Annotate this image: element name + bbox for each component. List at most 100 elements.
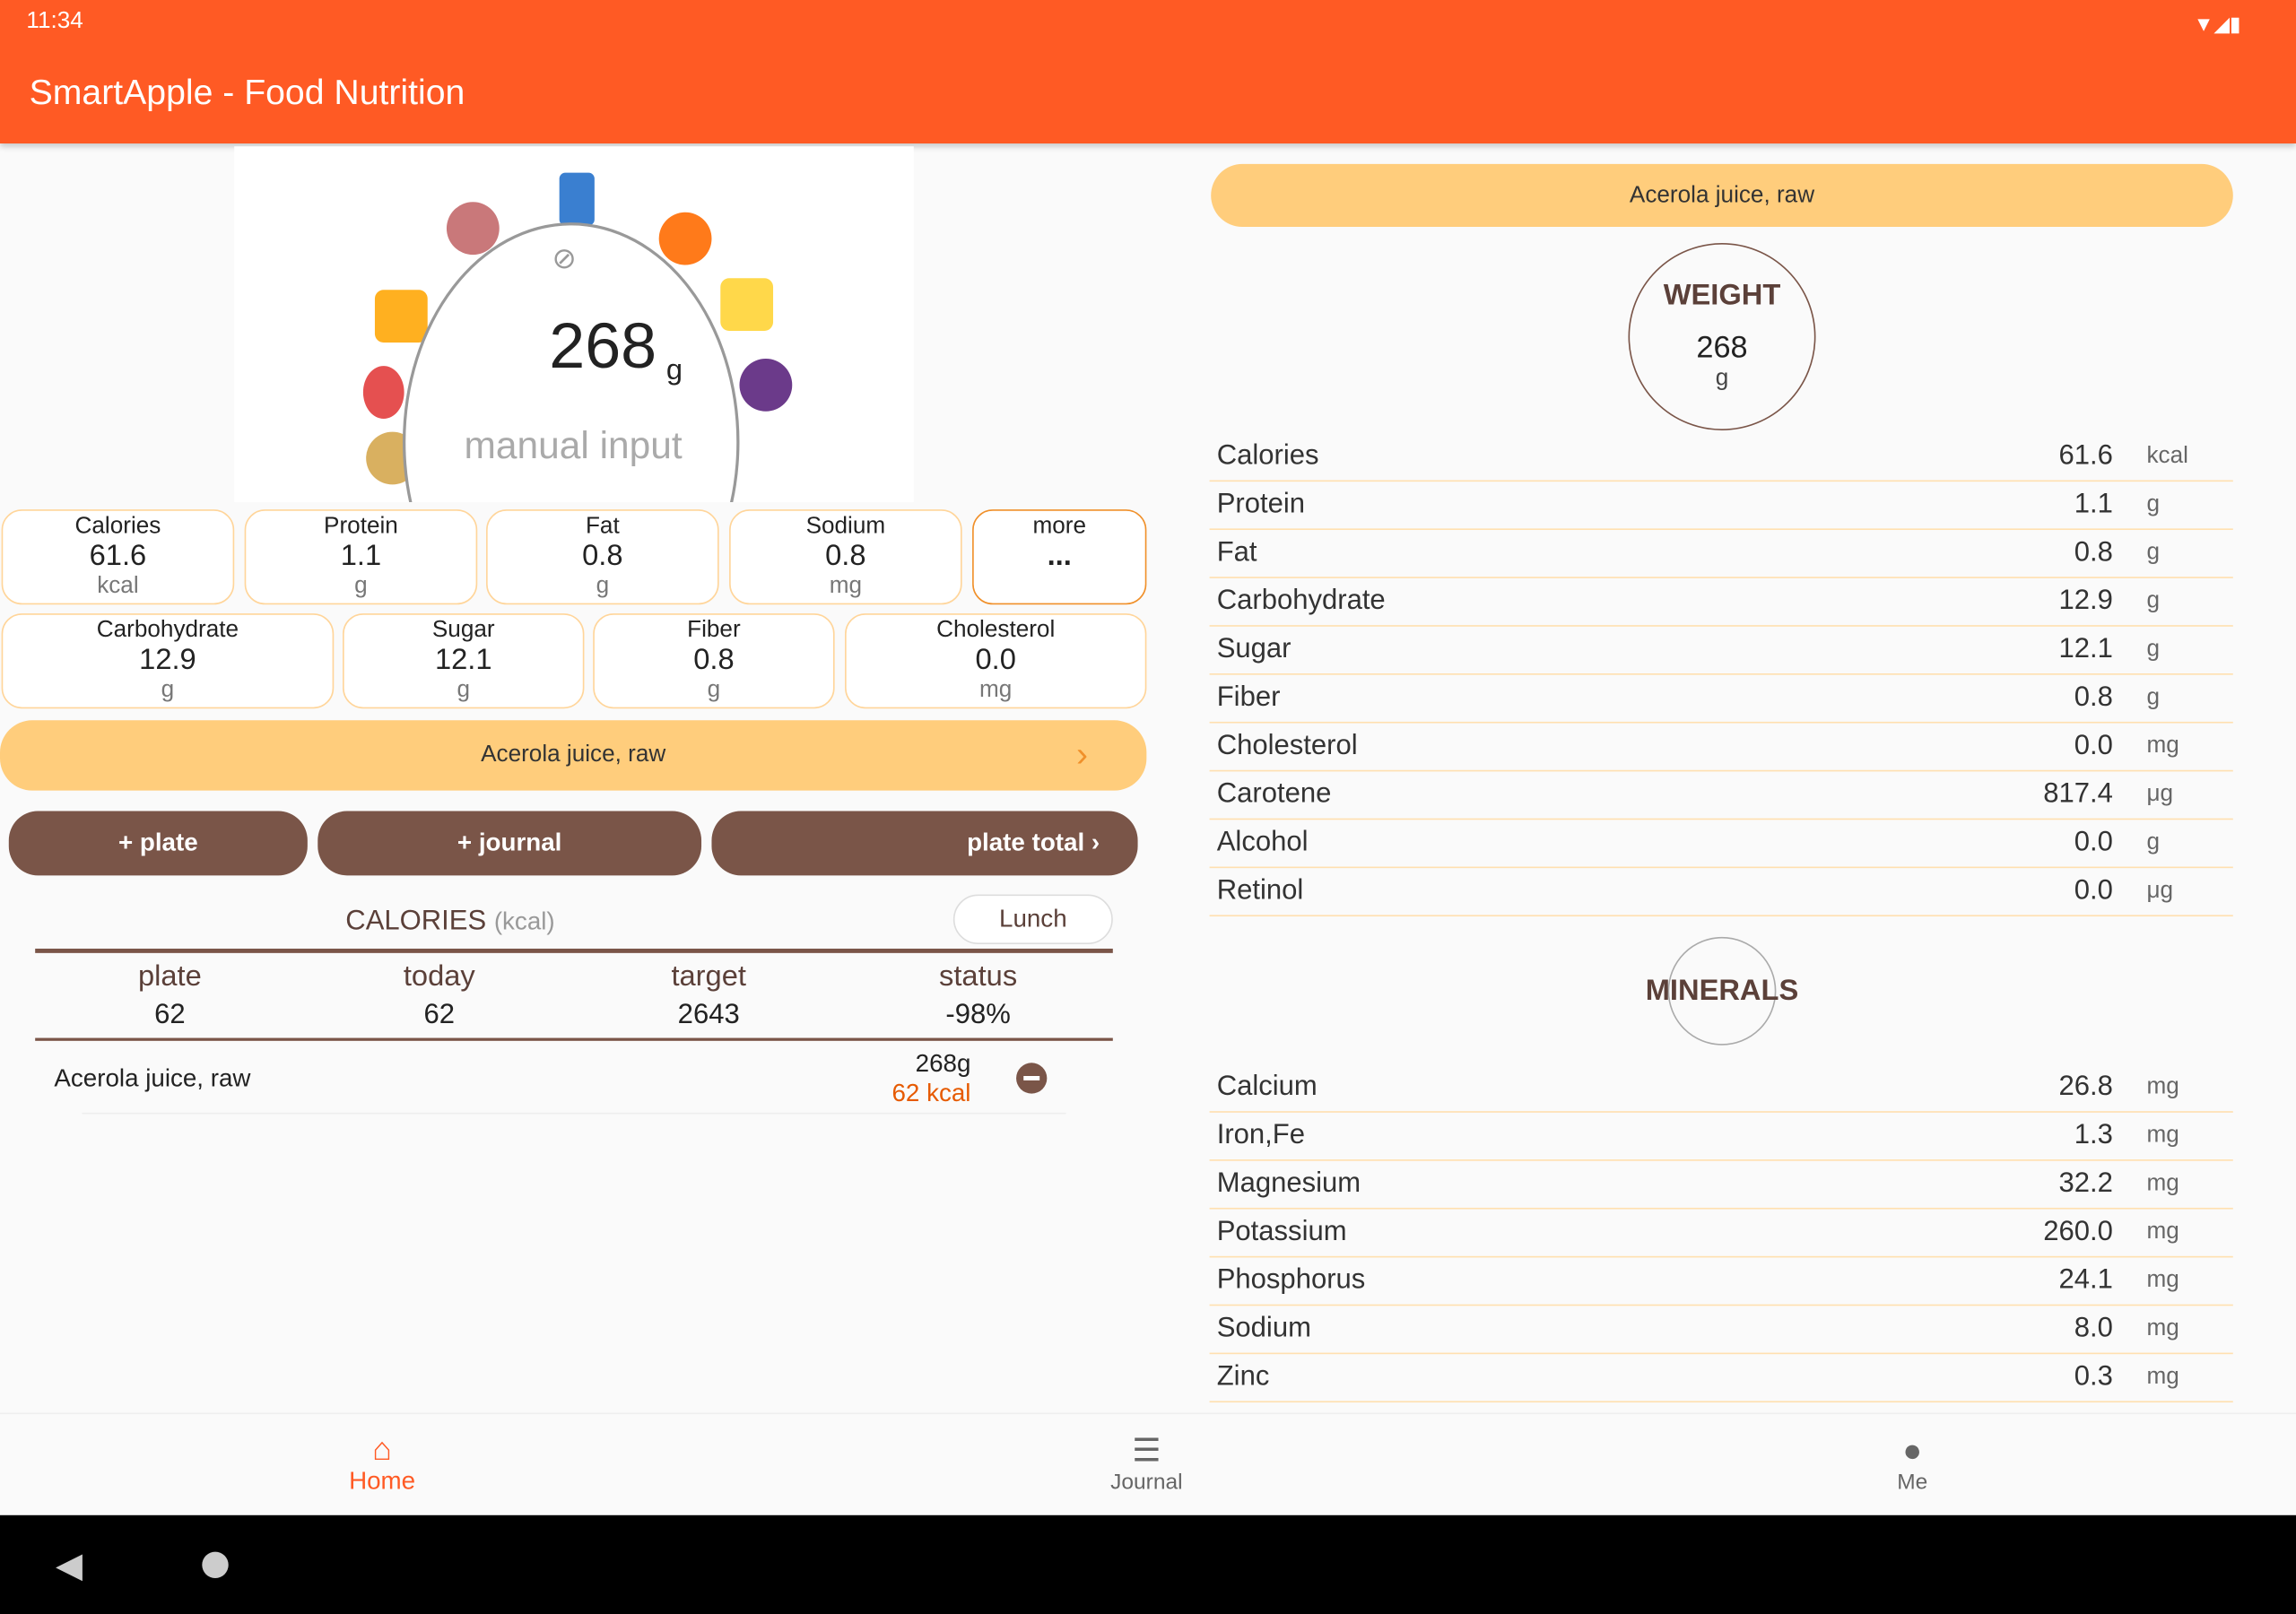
row-name: Phosphorus [1216, 1264, 1366, 1296]
plate-item[interactable]: Acerola juice, raw 268g 62 kcal [35, 1042, 1113, 1115]
mineral-row: Sodium 8.0 mg [1209, 1306, 2233, 1355]
food-selector[interactable]: Acerola juice, raw › [0, 720, 1147, 791]
row-name: Cholesterol [1216, 730, 1358, 761]
meal-selector[interactable]: Lunch [952, 894, 1113, 945]
nav-label: Journal [1110, 1470, 1183, 1495]
summary-carbohydrate[interactable]: Carbohydrate 12.9 g [1, 613, 335, 709]
home-icon: ⌂ [372, 1430, 392, 1467]
app-bar: 11:34 ▼◢▮ SmartApple - Food Nutrition [0, 0, 2296, 143]
calories-table: plate 62 today 62 target 2643 status -98% [35, 960, 1113, 1032]
wifi-battery-icon: ▼◢▮ [2193, 12, 2241, 36]
summary-sugar[interactable]: Sugar 12.1 g [343, 613, 585, 709]
cheese-icon [720, 278, 774, 331]
calories-unit: (kcal) [493, 907, 555, 936]
value: 62 [154, 1000, 186, 1031]
row-name: Retinol [1216, 875, 1304, 907]
weight-unit: g [665, 354, 683, 387]
row-unit: mg [2146, 1219, 2179, 1245]
link-off-icon[interactable]: ⊘ [552, 240, 577, 277]
unit: g [161, 678, 175, 704]
row-name: Carbohydrate [1216, 586, 1386, 617]
value: 1.1 [340, 541, 382, 574]
nav-label: Me [1897, 1470, 1928, 1495]
row-value: 1.3 [2074, 1119, 2113, 1151]
bottom-nav: ⌂ Home ☰ Journal ● Me [0, 1412, 2296, 1515]
row-value: 61.6 [2058, 440, 2113, 472]
row-name: Carotene [1216, 778, 1332, 810]
mineral-row: Iron,Fe 1.3 mg [1209, 1113, 2233, 1161]
row-value: 32.2 [2058, 1167, 2113, 1200]
divider [35, 948, 1113, 953]
row-unit: g [2146, 685, 2161, 710]
summary-cholesterol[interactable]: Cholesterol 0.0 mg [845, 613, 1147, 709]
row-unit: kcal [2146, 443, 2188, 469]
grapes-icon [739, 358, 793, 412]
back-icon[interactable]: ◀ [56, 1544, 83, 1586]
scale-panel: ⊘ 268 g manual input [234, 146, 914, 502]
row-value: 0.3 [2074, 1361, 2113, 1393]
col-target: target 2643 [574, 960, 843, 1032]
row-name: Calcium [1216, 1072, 1318, 1103]
unit: kcal [97, 574, 139, 600]
header: status [939, 960, 1018, 993]
col-today: today 62 [305, 960, 574, 1032]
summary-fat[interactable]: Fat 0.8 g [486, 509, 719, 605]
nutrient-row: Cholesterol 0.0 mg [1209, 724, 2233, 772]
row-value: 8.0 [2074, 1313, 2113, 1344]
summary-sodium[interactable]: Sodium 0.8 mg [729, 509, 962, 605]
weight-value: 268 [549, 310, 657, 383]
unit: g [596, 574, 610, 600]
add-journal-button[interactable]: + journal [317, 811, 702, 876]
milk-icon [559, 172, 595, 226]
value: 0.8 [825, 541, 866, 574]
unit: g [457, 678, 471, 704]
divider [82, 1112, 1066, 1115]
app-root: 11:34 ▼◢▮ SmartApple - Food Nutrition ⊘ … [0, 0, 2296, 1614]
mineral-row: Zinc 0.3 mg [1209, 1354, 2233, 1403]
value: 0.8 [693, 645, 735, 677]
row-value: 260.0 [2043, 1216, 2113, 1248]
plate-total-button[interactable]: plate total › [711, 811, 1138, 876]
nav-journal[interactable]: ☰ Journal [1058, 1432, 1234, 1495]
row-name: Fat [1216, 537, 1257, 568]
value: ... [1047, 541, 1072, 574]
weight-unit: g [1715, 366, 1729, 391]
orange-icon [658, 212, 712, 265]
mineral-row: Magnesium 32.2 mg [1209, 1161, 2233, 1210]
row-value: 12.9 [2058, 586, 2113, 617]
row-unit: mg [2146, 1315, 2179, 1341]
nav-home[interactable]: ⌂ Home [294, 1430, 470, 1497]
label: Carbohydrate [96, 617, 239, 643]
manual-input-label[interactable]: manual input [465, 423, 683, 469]
more-button[interactable]: more... [972, 509, 1147, 605]
label: Protein [324, 514, 398, 539]
label: Cholesterol [936, 617, 1056, 643]
remove-icon[interactable] [1016, 1063, 1048, 1094]
row-name: Alcohol [1216, 827, 1309, 858]
home-circle-icon[interactable] [202, 1551, 229, 1578]
row-unit: mg [2146, 1123, 2179, 1148]
row-unit: μg [2146, 781, 2174, 807]
summary-protein[interactable]: Protein 1.1 g [244, 509, 478, 605]
summary-calories[interactable]: Calories 61.6 kcal [1, 509, 235, 605]
value: 0.0 [975, 645, 1016, 677]
system-nav-bar: ◀ [0, 1514, 2296, 1614]
row-unit: mg [2146, 1267, 2179, 1293]
row-unit: mg [2146, 1364, 2179, 1390]
weight-value: 268 [1696, 330, 1748, 365]
row-value: 0.0 [2074, 730, 2113, 761]
nav-me[interactable]: ● Me [1824, 1432, 2000, 1495]
row-value: 0.0 [2074, 827, 2113, 858]
row-name: Fiber [1216, 681, 1281, 714]
add-plate-button[interactable]: + plate [8, 811, 308, 876]
label: more [1032, 514, 1086, 539]
nutrient-row: Calories 61.6 kcal [1209, 433, 2233, 482]
value: 12.9 [139, 645, 196, 677]
header: target [671, 960, 746, 993]
chevron-right-icon: › [1075, 734, 1089, 775]
row-value: 26.8 [2058, 1072, 2113, 1103]
value: 61.6 [89, 541, 147, 574]
summary-fiber[interactable]: Fiber 0.8 g [593, 613, 835, 709]
mineral-row: Potassium 260.0 mg [1209, 1210, 2233, 1258]
row-unit: g [2146, 829, 2161, 855]
